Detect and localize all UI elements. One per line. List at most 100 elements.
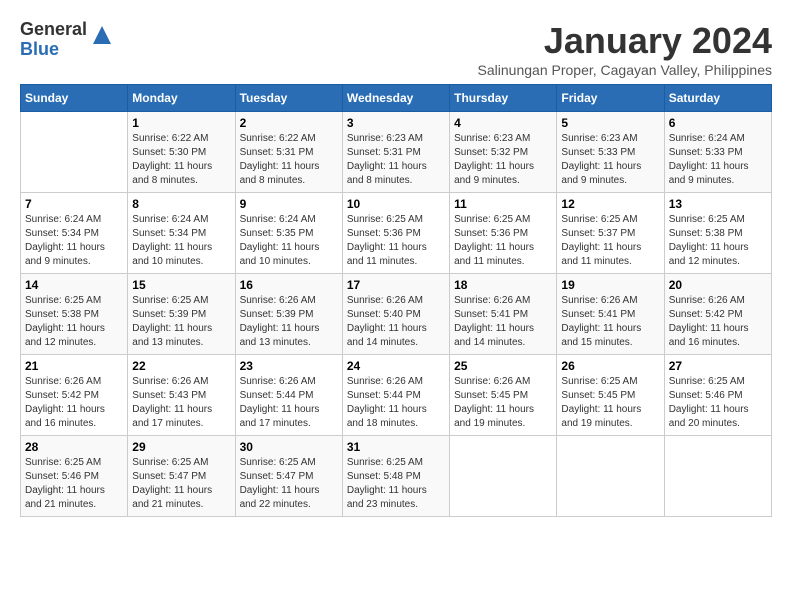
day-number: 11 — [454, 197, 552, 211]
calendar-cell: 28Sunrise: 6:25 AMSunset: 5:46 PMDayligh… — [21, 436, 128, 517]
calendar-week-4: 21 Sunrise: 6:26 AMSunset: 5:42 PMDayligh… — [21, 355, 772, 436]
day-info: Sunrise: 6:25 AMSunset: 5:37 PMDaylight:… — [561, 213, 659, 269]
day-info: Sunrise: 6:25 AMSunset: 5:45 PMDaylight:… — [561, 375, 659, 431]
calendar-cell — [450, 436, 557, 517]
day-number: 16 — [240, 278, 338, 292]
calendar-cell: 26 Sunrise: 6:25 AMSunset: 5:45 PMDayligh… — [557, 355, 664, 436]
calendar-cell: 14 Sunrise: 6:25 AMSunset: 5:38 PMDayligh… — [21, 274, 128, 355]
calendar-cell: 15Sunrise: 6:25 AMSunset: 5:39 PMDayligh… — [128, 274, 235, 355]
day-number: 24 — [347, 359, 445, 373]
logo-general: General — [20, 20, 87, 40]
day-info: Sunrise: 6:26 AMSunset: 5:41 PMDaylight:… — [454, 294, 552, 350]
day-number: 23 — [240, 359, 338, 373]
day-info: Sunrise: 6:24 AMSunset: 5:34 PMDaylight:… — [132, 213, 230, 269]
day-info: Sunrise: 6:26 AMSunset: 5:40 PMDaylight:… — [347, 294, 445, 350]
day-number: 17 — [347, 278, 445, 292]
day-info: Sunrise: 6:26 AMSunset: 5:42 PMDaylight:… — [669, 294, 767, 350]
weekday-header-thursday: Thursday — [450, 85, 557, 112]
calendar-cell: 5 Sunrise: 6:23 AMSunset: 5:33 PMDaylight… — [557, 112, 664, 193]
day-info: Sunrise: 6:26 AMSunset: 5:39 PMDaylight:… — [240, 294, 338, 350]
calendar-week-5: 28Sunrise: 6:25 AMSunset: 5:46 PMDayligh… — [21, 436, 772, 517]
day-number: 18 — [454, 278, 552, 292]
day-info: Sunrise: 6:25 AMSunset: 5:47 PMDaylight:… — [240, 456, 338, 512]
weekday-header-saturday: Saturday — [664, 85, 771, 112]
day-info: Sunrise: 6:26 AMSunset: 5:44 PMDaylight:… — [240, 375, 338, 431]
day-info: Sunrise: 6:26 AMSunset: 5:44 PMDaylight:… — [347, 375, 445, 431]
weekday-header-monday: Monday — [128, 85, 235, 112]
calendar-week-2: 7Sunrise: 6:24 AMSunset: 5:34 PMDaylight… — [21, 193, 772, 274]
day-number: 25 — [454, 359, 552, 373]
month-title: January 2024 — [478, 20, 772, 62]
calendar-cell: 21 Sunrise: 6:26 AMSunset: 5:42 PMDayligh… — [21, 355, 128, 436]
day-info: Sunrise: 6:25 AMSunset: 5:38 PMDaylight:… — [669, 213, 767, 269]
calendar-cell: 19 Sunrise: 6:26 AMSunset: 5:41 PMDayligh… — [557, 274, 664, 355]
day-info: Sunrise: 6:24 AMSunset: 5:34 PMDaylight:… — [25, 213, 123, 269]
calendar-cell: 24 Sunrise: 6:26 AMSunset: 5:44 PMDayligh… — [342, 355, 449, 436]
day-number: 26 — [561, 359, 659, 373]
day-info: Sunrise: 6:25 AMSunset: 5:36 PMDaylight:… — [347, 213, 445, 269]
weekday-header-friday: Friday — [557, 85, 664, 112]
day-info: Sunrise: 6:26 AMSunset: 5:42 PMDaylight:… — [25, 375, 123, 431]
calendar-cell: 30 Sunrise: 6:25 AMSunset: 5:47 PMDayligh… — [235, 436, 342, 517]
day-number: 10 — [347, 197, 445, 211]
calendar-cell: 4 Sunrise: 6:23 AMSunset: 5:32 PMDaylight… — [450, 112, 557, 193]
day-info: Sunrise: 6:25 AMSunset: 5:46 PMDaylight:… — [669, 375, 767, 431]
day-info: Sunrise: 6:26 AMSunset: 5:41 PMDaylight:… — [561, 294, 659, 350]
calendar-header: SundayMondayTuesdayWednesdayThursdayFrid… — [21, 85, 772, 112]
calendar-week-1: 1 Sunrise: 6:22 AMSunset: 5:30 PMDaylight… — [21, 112, 772, 193]
day-info: Sunrise: 6:23 AMSunset: 5:32 PMDaylight:… — [454, 132, 552, 188]
day-number: 21 — [25, 359, 123, 373]
day-number: 29 — [132, 440, 230, 454]
title-area: January 2024 Salinungan Proper, Cagayan … — [478, 20, 772, 78]
calendar-cell: 10 Sunrise: 6:25 AMSunset: 5:36 PMDayligh… — [342, 193, 449, 274]
calendar-cell: 7Sunrise: 6:24 AMSunset: 5:34 PMDaylight… — [21, 193, 128, 274]
day-number: 13 — [669, 197, 767, 211]
day-info: Sunrise: 6:23 AMSunset: 5:31 PMDaylight:… — [347, 132, 445, 188]
day-number: 8 — [132, 197, 230, 211]
weekday-header-tuesday: Tuesday — [235, 85, 342, 112]
day-info: Sunrise: 6:24 AMSunset: 5:35 PMDaylight:… — [240, 213, 338, 269]
calendar-cell: 8 Sunrise: 6:24 AMSunset: 5:34 PMDaylight… — [128, 193, 235, 274]
day-number: 4 — [454, 116, 552, 130]
day-info: Sunrise: 6:25 AMSunset: 5:39 PMDaylight:… — [132, 294, 230, 350]
day-info: Sunrise: 6:24 AMSunset: 5:33 PMDaylight:… — [669, 132, 767, 188]
logo: General Blue — [20, 20, 113, 60]
day-info: Sunrise: 6:25 AMSunset: 5:38 PMDaylight:… — [25, 294, 123, 350]
day-info: Sunrise: 6:22 AMSunset: 5:31 PMDaylight:… — [240, 132, 338, 188]
calendar-cell: 25 Sunrise: 6:26 AMSunset: 5:45 PMDayligh… — [450, 355, 557, 436]
day-number: 31 — [347, 440, 445, 454]
day-number: 1 — [132, 116, 230, 130]
day-number: 22 — [132, 359, 230, 373]
day-number: 14 — [25, 278, 123, 292]
calendar-cell: 6Sunrise: 6:24 AMSunset: 5:33 PMDaylight… — [664, 112, 771, 193]
calendar-cell — [557, 436, 664, 517]
calendar-cell: 20Sunrise: 6:26 AMSunset: 5:42 PMDayligh… — [664, 274, 771, 355]
calendar-cell: 17 Sunrise: 6:26 AMSunset: 5:40 PMDayligh… — [342, 274, 449, 355]
day-info: Sunrise: 6:23 AMSunset: 5:33 PMDaylight:… — [561, 132, 659, 188]
calendar-cell: 12 Sunrise: 6:25 AMSunset: 5:37 PMDayligh… — [557, 193, 664, 274]
calendar-cell: 3Sunrise: 6:23 AMSunset: 5:31 PMDaylight… — [342, 112, 449, 193]
day-number: 12 — [561, 197, 659, 211]
calendar-week-3: 14 Sunrise: 6:25 AMSunset: 5:38 PMDayligh… — [21, 274, 772, 355]
day-info: Sunrise: 6:26 AMSunset: 5:43 PMDaylight:… — [132, 375, 230, 431]
day-info: Sunrise: 6:25 AMSunset: 5:36 PMDaylight:… — [454, 213, 552, 269]
day-info: Sunrise: 6:26 AMSunset: 5:45 PMDaylight:… — [454, 375, 552, 431]
day-number: 28 — [25, 440, 123, 454]
calendar-cell — [664, 436, 771, 517]
calendar-body: 1 Sunrise: 6:22 AMSunset: 5:30 PMDaylight… — [21, 112, 772, 517]
weekday-header-wednesday: Wednesday — [342, 85, 449, 112]
weekday-row: SundayMondayTuesdayWednesdayThursdayFrid… — [21, 85, 772, 112]
calendar-table: SundayMondayTuesdayWednesdayThursdayFrid… — [20, 84, 772, 517]
day-number: 19 — [561, 278, 659, 292]
calendar-cell: 18 Sunrise: 6:26 AMSunset: 5:41 PMDayligh… — [450, 274, 557, 355]
calendar-cell — [21, 112, 128, 193]
day-info: Sunrise: 6:25 AMSunset: 5:47 PMDaylight:… — [132, 456, 230, 512]
day-number: 30 — [240, 440, 338, 454]
day-number: 9 — [240, 197, 338, 211]
calendar-cell: 29 Sunrise: 6:25 AMSunset: 5:47 PMDayligh… — [128, 436, 235, 517]
calendar-cell: 22 Sunrise: 6:26 AMSunset: 5:43 PMDayligh… — [128, 355, 235, 436]
location-subtitle: Salinungan Proper, Cagayan Valley, Phili… — [478, 62, 772, 78]
day-number: 5 — [561, 116, 659, 130]
calendar-cell: 27Sunrise: 6:25 AMSunset: 5:46 PMDayligh… — [664, 355, 771, 436]
day-info: Sunrise: 6:22 AMSunset: 5:30 PMDaylight:… — [132, 132, 230, 188]
